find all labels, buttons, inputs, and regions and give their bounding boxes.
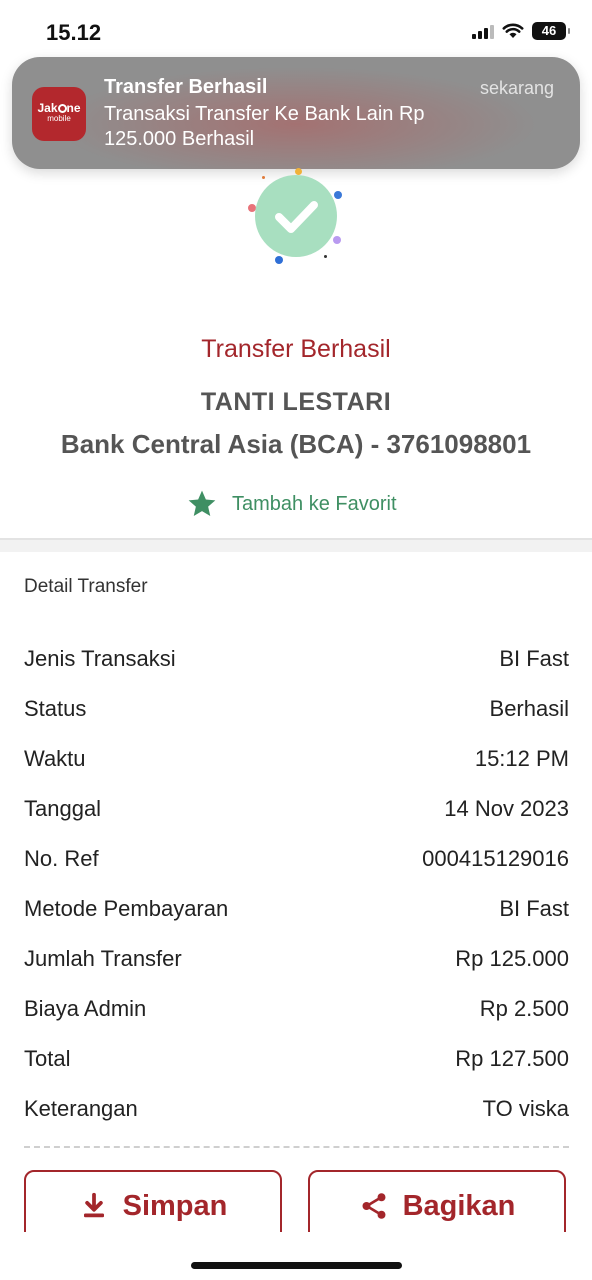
status-time: 15.12: [46, 20, 102, 45]
recipient-name: TANTI LESTARI: [200, 388, 392, 416]
detail-label: Metode Pembayaran: [24, 896, 229, 921]
notification-title: Transfer Berhasil: [104, 76, 268, 98]
detail-value: TO viska: [482, 1096, 569, 1121]
share-icon: [362, 1193, 386, 1219]
detail-row: Jumlah Transfer Rp 125.000: [24, 934, 569, 984]
detail-label: Status: [24, 696, 87, 721]
wifi-icon: [502, 23, 524, 38]
detail-label: No. Ref: [24, 846, 99, 871]
status-icons: 46: [472, 22, 570, 40]
detail-row: Metode Pembayaran BI Fast: [24, 884, 569, 934]
notification-body: Transaksi Transfer Ke Bank Lain Rp 125.0…: [104, 103, 425, 150]
app-logo-text: Jak ne: [37, 101, 81, 115]
cellular-signal-icon: [472, 23, 494, 39]
detail-row: Biaya Admin Rp 2.500: [24, 984, 569, 1034]
notification-time: sekarang: [479, 78, 554, 98]
star-icon: [188, 490, 216, 516]
detail-row: Waktu 15:12 PM: [24, 734, 569, 784]
add-favorite-label: Tambah ke Favorit: [232, 492, 397, 515]
detail-row: Keterangan TO viska: [24, 1084, 569, 1134]
notification-banner[interactable]: Jak ne mobile Transfer Berhasil sekarang …: [12, 57, 580, 169]
detail-label: Waktu: [24, 746, 86, 771]
detail-value: Berhasil: [489, 696, 569, 721]
detail-label: Keterangan: [24, 1096, 138, 1121]
detail-row: Tanggal 14 Nov 2023: [24, 784, 569, 834]
detail-value: BI Fast: [499, 646, 569, 671]
detail-value: 15:12 PM: [474, 746, 569, 771]
detail-section-title: Detail Transfer: [24, 576, 148, 597]
app-icon: Jak ne mobile: [32, 87, 86, 141]
detail-value: Rp 125.000: [455, 946, 569, 971]
detail-value: Rp 127.500: [455, 1046, 569, 1071]
detail-row: Jenis Transaksi BI Fast: [24, 634, 569, 684]
battery-icon: 46: [532, 22, 570, 40]
detail-label: Jenis Transaksi: [24, 646, 176, 671]
home-indicator[interactable]: [191, 1262, 402, 1269]
detail-row: No. Ref 000415129016: [24, 834, 569, 884]
detail-row: Status Berhasil: [24, 684, 569, 734]
detail-list: Jenis Transaksi BI Fast Status Berhasil Wa…: [24, 634, 569, 1134]
download-icon: [83, 1192, 104, 1218]
detail-label: Jumlah Transfer: [24, 946, 182, 971]
detail-row: Total Rp 127.500: [24, 1034, 569, 1084]
bottom-area: [0, 1232, 592, 1280]
section-divider: [0, 538, 592, 552]
detail-value: 14 Nov 2023: [444, 796, 569, 821]
detail-label: Biaya Admin: [24, 996, 147, 1021]
detail-value: Rp 2.500: [479, 996, 569, 1021]
success-check: [240, 160, 350, 270]
detail-value: 000415129016: [422, 846, 569, 871]
add-favorite-button[interactable]: Tambah ke Favorit: [186, 488, 397, 520]
save-label: Simpan: [122, 1189, 228, 1222]
check-circle-icon: [255, 175, 337, 257]
detail-label: Tanggal: [24, 796, 102, 821]
detail-label: Total: [24, 1046, 71, 1071]
share-label: Bagikan: [402, 1189, 516, 1222]
detail-value: BI Fast: [499, 896, 569, 921]
dashed-divider: [24, 1146, 569, 1148]
recipient-account: Bank Central Asia (BCA) - 3761098801: [60, 429, 532, 459]
app-logo-subtext: mobile: [47, 114, 71, 123]
result-title: Transfer Berhasil: [201, 335, 391, 363]
status-bar: 15.12 46: [0, 0, 592, 60]
